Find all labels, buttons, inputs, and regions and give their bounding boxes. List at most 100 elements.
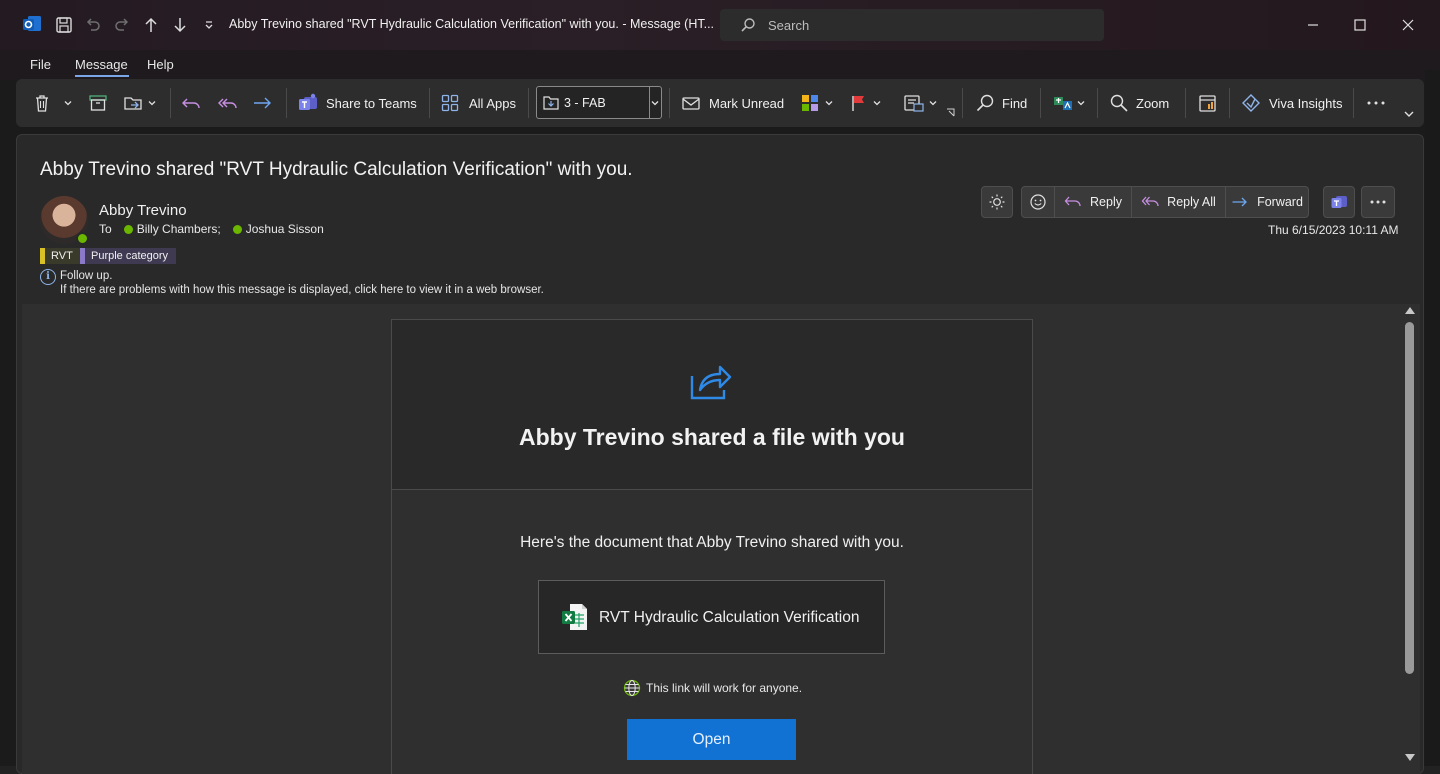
redo-icon[interactable] (110, 13, 134, 37)
categorize-button[interactable] (801, 89, 834, 117)
menu-file[interactable]: File (30, 57, 51, 72)
search-box[interactable]: Search (720, 9, 1104, 41)
reply-all-icon (1141, 196, 1159, 207)
undo-icon[interactable] (81, 13, 105, 37)
delete-dropdown[interactable] (63, 89, 73, 117)
viva-insights-label: Viva Insights (1269, 95, 1343, 111)
to-label: To (99, 222, 112, 236)
globe-icon (623, 679, 641, 697)
chevron-down-icon (1077, 101, 1085, 106)
menu-bar (0, 50, 1440, 80)
share-icon (690, 365, 732, 400)
previous-item-icon[interactable] (139, 13, 163, 37)
react-button[interactable] (1022, 187, 1055, 217)
next-item-icon[interactable] (168, 13, 192, 37)
shared-file-name[interactable]: RVT Hydraulic Calculation Verification (599, 609, 859, 627)
follow-up-flag-button[interactable] (851, 89, 882, 117)
search-placeholder: Search (768, 18, 810, 33)
recipient[interactable]: Joshua Sisson (246, 222, 324, 236)
ribbon-separator (1185, 88, 1186, 118)
zoom-label: Zoom (1136, 95, 1170, 111)
chevron-down-icon (1404, 111, 1414, 117)
forward-icon (254, 97, 271, 109)
move-button[interactable] (123, 89, 157, 117)
forward-button[interactable]: Forward (1226, 187, 1308, 217)
ribbon-separator (1040, 88, 1041, 118)
find-button[interactable]: Find (975, 89, 1027, 117)
teams-chat-button[interactable] (1323, 186, 1355, 218)
policy-button[interactable] (903, 89, 938, 117)
close-window-button[interactable] (1385, 12, 1431, 38)
teams-icon (299, 93, 317, 110)
translate-icon (1054, 97, 1072, 110)
chevron-down-icon (148, 101, 156, 106)
all-apps-button[interactable]: All Apps (441, 89, 516, 117)
sun-icon (989, 194, 1005, 210)
brightness-toggle-button[interactable] (981, 186, 1013, 218)
ribbon-separator (286, 88, 287, 118)
zoom-button[interactable]: Zoom (1109, 89, 1169, 117)
folder-select-value: 3 - FAB (564, 96, 606, 110)
forward-ribbon-button[interactable] (252, 89, 274, 117)
reply-all-ribbon-button[interactable] (217, 89, 239, 117)
ribbon-separator (1097, 88, 1098, 118)
share-title: Abby Trevino shared a file with you (519, 424, 905, 450)
open-button[interactable]: Open (627, 719, 796, 760)
more-actions-button[interactable] (1361, 186, 1395, 218)
minimize-button[interactable] (1290, 12, 1336, 38)
presence-available-icon (123, 224, 133, 234)
dialog-launcher-icon (947, 108, 955, 117)
delete-button[interactable] (33, 89, 51, 117)
scroll-down-arrow[interactable] (1405, 754, 1415, 761)
sender-name[interactable]: Abby Trevino (99, 202, 187, 219)
scroll-thumb[interactable] (1405, 322, 1414, 674)
mark-unread-button[interactable]: Mark Unread (681, 89, 784, 117)
archive-button[interactable] (88, 89, 108, 117)
all-apps-label: All Apps (469, 95, 516, 111)
recipient[interactable]: Billy Chambers; (137, 222, 221, 236)
message-datetime: Thu 6/15/2023 10:11 AM (1268, 223, 1399, 237)
quick-steps-folder-select[interactable]: 3 - FAB (536, 86, 662, 119)
report-button[interactable] (1198, 89, 1218, 117)
tags-dialog-launcher[interactable] (946, 106, 956, 120)
scroll-up-arrow[interactable] (1405, 307, 1415, 314)
category-tag-purple[interactable]: Purple category (80, 248, 177, 264)
emoji-icon (1030, 194, 1046, 210)
translate-button[interactable] (1052, 89, 1086, 117)
find-label: Find (1002, 95, 1028, 111)
ribbon-separator (528, 88, 529, 118)
presence-available-icon (76, 232, 89, 245)
more-icon (1370, 200, 1386, 204)
outlook-app-icon (23, 16, 41, 31)
reply-icon (1064, 196, 1081, 207)
category-tag-rvt[interactable]: RVT (40, 248, 81, 264)
folder-move-icon (543, 96, 559, 110)
ribbon-separator (1353, 88, 1354, 118)
window-title: Abby Trevino shared "RVT Hydraulic Calcu… (229, 17, 715, 31)
active-menu-indicator (75, 75, 129, 77)
reply-all-button[interactable]: Reply All (1132, 187, 1226, 217)
viva-insights-button[interactable]: Viva Insights (1241, 89, 1342, 117)
customize-toolbar-icon[interactable] (197, 13, 221, 37)
maximize-button[interactable] (1337, 12, 1383, 38)
trash-icon (36, 95, 48, 112)
follow-up-note: Follow up. (60, 270, 113, 282)
background-window-right (1425, 70, 1440, 774)
policy-icon (904, 95, 924, 112)
excel-file-icon (562, 604, 587, 630)
archive-icon (89, 95, 107, 111)
more-ribbon-options-button[interactable] (1366, 89, 1386, 117)
menu-message[interactable]: Message (75, 57, 128, 72)
ribbon-separator (962, 88, 963, 118)
save-icon[interactable] (52, 13, 76, 37)
menu-help[interactable]: Help (147, 57, 174, 72)
teams-icon (1331, 196, 1347, 208)
reply-label: Reply (1090, 195, 1122, 209)
view-in-browser-note[interactable]: If there are problems with how this mess… (60, 284, 544, 296)
expand-ribbon-button[interactable] (1403, 100, 1415, 128)
share-to-teams-button[interactable]: Share to Teams (297, 89, 417, 117)
apps-grid-icon (441, 94, 459, 112)
mark-unread-label: Mark Unread (709, 95, 785, 111)
reply-ribbon-button[interactable] (181, 89, 203, 117)
reply-button[interactable]: Reply (1055, 187, 1132, 217)
